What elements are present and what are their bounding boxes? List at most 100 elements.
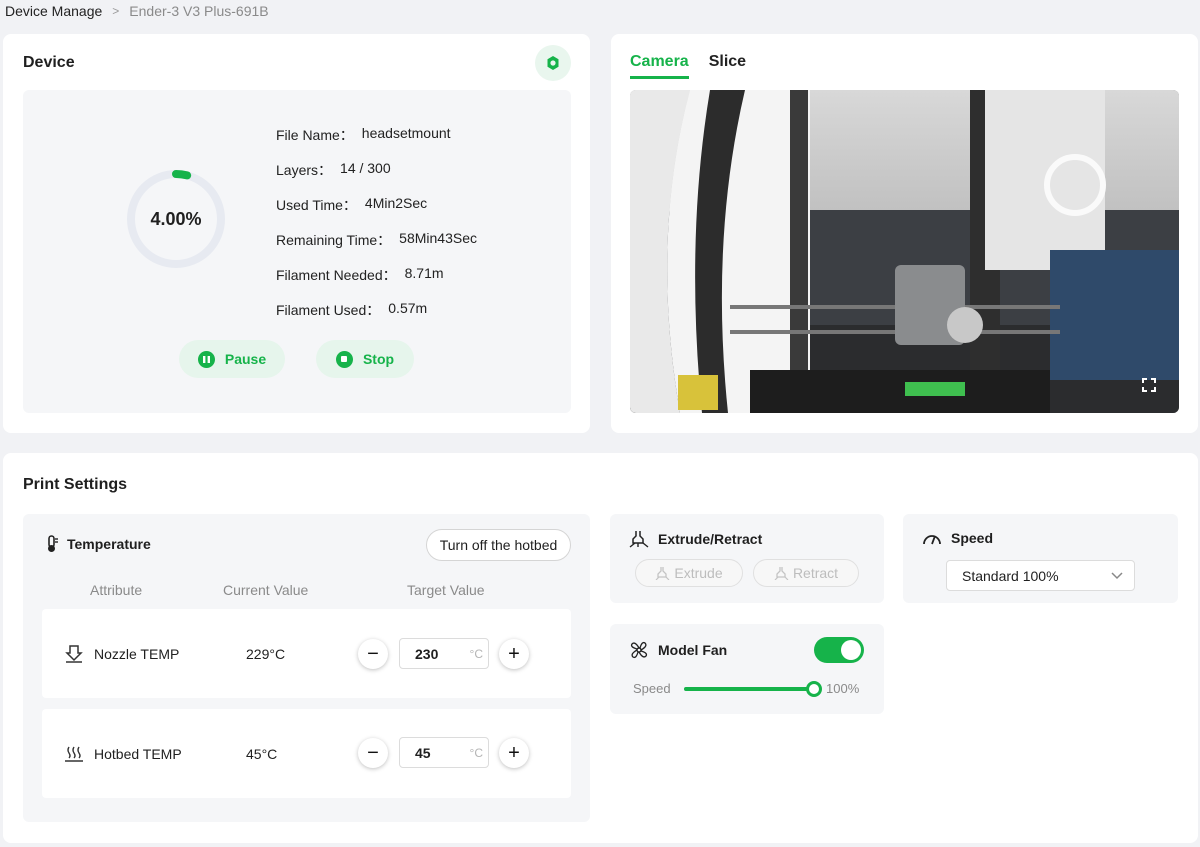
model-fan-panel: Model Fan Speed 100% <box>610 624 884 714</box>
progress-percentage: 4.00% <box>150 208 202 229</box>
pause-button[interactable]: Pause <box>179 340 285 378</box>
nozzle-temp-label: Nozzle TEMP <box>94 645 180 662</box>
hotbed-increase-button[interactable]: + <box>499 738 529 768</box>
extrude-button[interactable]: Extrude <box>635 559 743 587</box>
info-value: 4Min2Sec <box>364 195 428 211</box>
hotbed-temp-label: Hotbed TEMP <box>94 745 182 762</box>
nozzle-temp-row: Nozzle TEMP 229°C − 230 °C + <box>42 609 571 698</box>
temperature-title: Temperature <box>67 536 151 552</box>
extrude-retract-title: Extrude/Retract <box>658 531 763 547</box>
nozzle-target-input[interactable]: 230 °C <box>399 638 489 669</box>
info-value: 8.71m <box>404 265 444 281</box>
breadcrumb: Device Manage > Ender-3 V3 Plus-691B <box>5 3 269 19</box>
fan-icon <box>630 641 648 659</box>
info-layers: Layers： 14 / 300 <box>276 160 477 195</box>
tab-camera[interactable]: Camera <box>630 53 689 79</box>
fan-speed-value: 100% <box>826 681 860 696</box>
nozzle-temp-name: Nozzle TEMP <box>64 609 179 698</box>
hotbed-temp-row: Hotbed TEMP 45°C − 45 °C + <box>42 709 571 798</box>
camera-tabs: Camera Slice <box>630 53 746 79</box>
extrude-label: Extrude <box>674 565 723 581</box>
retract-label: Retract <box>792 565 839 581</box>
chevron-down-icon <box>1111 572 1123 580</box>
speed-select[interactable]: Standard 100% <box>946 560 1135 591</box>
speed-title: Speed <box>951 530 994 546</box>
device-settings-button[interactable] <box>535 45 571 81</box>
speed-panel: Speed Standard 100% <box>903 514 1178 603</box>
retract-icon <box>774 567 789 580</box>
model-fan-header: Model Fan <box>629 640 727 660</box>
stop-icon <box>335 350 353 368</box>
hotbed-current-value: 45°C <box>246 745 278 762</box>
info-used-time: Used Time： 4Min2Sec <box>276 195 477 230</box>
hotbed-decrease-button[interactable]: − <box>358 738 388 768</box>
info-label: Remaining Time： <box>276 232 392 248</box>
nozzle-icon <box>65 644 83 663</box>
toggle-knob <box>841 640 861 660</box>
info-file-name: File Name： headsetmount <box>276 125 477 160</box>
info-label: File Name： <box>276 127 354 143</box>
info-label: Filament Used： <box>276 302 381 318</box>
nozzle-decrease-button[interactable]: − <box>358 639 388 669</box>
info-value: 0.57m <box>388 300 428 316</box>
retract-button[interactable]: Retract <box>753 559 859 587</box>
temperature-header: Temperature <box>45 535 151 553</box>
thermometer-icon <box>48 535 58 552</box>
speedometer-icon <box>923 535 941 545</box>
nozzle-increase-button[interactable]: + <box>499 639 529 669</box>
hotbed-temp-name: Hotbed TEMP <box>64 709 182 798</box>
info-remaining-time: Remaining Time： 58Min43Sec <box>276 230 477 265</box>
info-label: Layers： <box>276 162 333 178</box>
device-card: Device 4.00% File Name： headsetmount Laye… <box>3 34 590 433</box>
info-label: Used Time： <box>276 197 357 213</box>
extrude-retract-header: Extrude/Retract <box>629 530 762 548</box>
device-status-panel: 4.00% File Name： headsetmount Layers： 14 /… <box>23 90 571 413</box>
camera-image <box>630 90 1179 413</box>
model-fan-toggle[interactable] <box>814 637 864 663</box>
column-target-value: Target Value <box>407 582 485 598</box>
breadcrumb-separator: > <box>112 4 120 18</box>
stop-label: Stop <box>362 351 395 367</box>
tab-slice[interactable]: Slice <box>709 53 746 79</box>
info-value: 14 / 300 <box>340 160 391 176</box>
info-value: 58Min43Sec <box>399 230 477 246</box>
column-current-value: Current Value <box>223 582 309 598</box>
camera-card: Camera Slice <box>611 34 1198 433</box>
nozzle-target-value: 230 <box>415 645 439 662</box>
fan-speed-thumb[interactable] <box>806 681 822 697</box>
model-fan-title: Model Fan <box>658 642 728 658</box>
column-attribute: Attribute <box>90 582 143 598</box>
extruder-icon <box>629 531 649 548</box>
speed-header: Speed <box>922 530 993 546</box>
camera-feed <box>630 90 1179 413</box>
fan-speed-label: Speed <box>633 681 671 696</box>
stop-button[interactable]: Stop <box>316 340 414 378</box>
turn-off-hotbed-button[interactable]: Turn off the hotbed <box>426 529 571 561</box>
hotbed-target-value: 45 <box>415 744 431 761</box>
gear-icon <box>547 56 559 70</box>
speed-selected-value: Standard 100% <box>962 567 1059 584</box>
info-label: Filament Needed： <box>276 267 397 283</box>
hotbed-unit: °C <box>469 745 483 760</box>
extrude-retract-panel: Extrude/Retract Extrude Retract <box>610 514 884 603</box>
breadcrumb-current: Ender-3 V3 Plus-691B <box>129 3 269 19</box>
breadcrumb-root[interactable]: Device Manage <box>5 3 102 19</box>
device-title: Device <box>23 54 75 71</box>
fullscreen-icon[interactable] <box>1141 377 1157 393</box>
print-info-list: File Name： headsetmount Layers： 14 / 300 U… <box>276 125 477 335</box>
hotbed-target-input[interactable]: 45 °C <box>399 737 489 768</box>
info-value: headsetmount <box>361 125 451 141</box>
print-settings-card: Print Settings Temperature Turn off the … <box>3 453 1198 843</box>
nozzle-current-value: 229°C <box>246 645 286 662</box>
pause-label: Pause <box>224 351 267 367</box>
temperature-panel: Temperature Turn off the hotbed Attribut… <box>23 514 590 822</box>
info-filament-needed: Filament Needed： 8.71m <box>276 265 477 300</box>
extrude-icon <box>655 567 670 580</box>
fan-speed-fill <box>684 687 814 691</box>
print-settings-title: Print Settings <box>23 476 128 493</box>
nozzle-unit: °C <box>469 646 483 661</box>
fan-speed-slider[interactable] <box>684 681 822 697</box>
info-filament-used: Filament Used： 0.57m <box>276 300 477 335</box>
pause-icon <box>197 350 215 368</box>
hotbed-icon <box>65 746 83 762</box>
